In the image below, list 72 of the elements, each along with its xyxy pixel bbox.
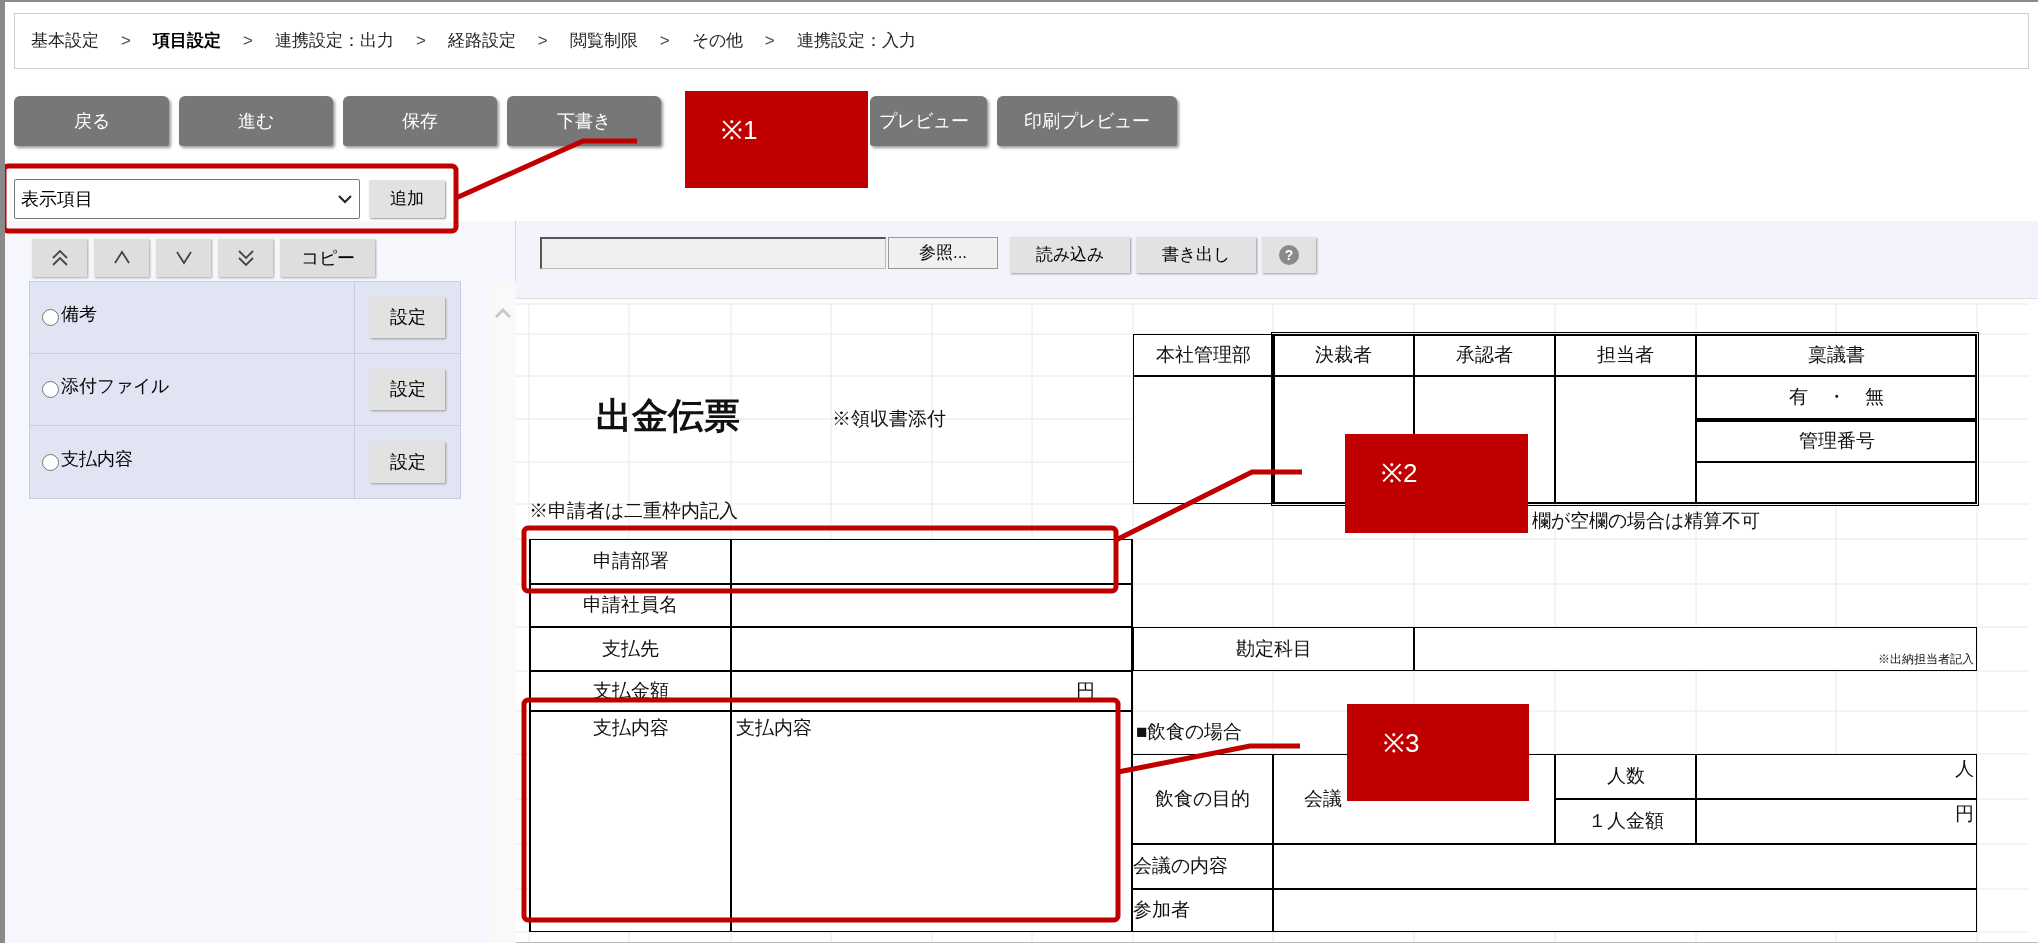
breadcrumb-separator: >	[242, 30, 253, 53]
table-header-cell: 担当者	[1555, 334, 1696, 376]
table-header-cell: 管理番号	[1696, 419, 1977, 462]
toolbar-button[interactable]: 戻る	[14, 96, 169, 146]
move-bottom-icon	[235, 248, 256, 268]
table-header-cell: 稟議書	[1696, 334, 1977, 376]
move-button[interactable]	[156, 239, 211, 277]
table-header-cell: 支払先	[529, 627, 731, 671]
scroll-bar[interactable]	[489, 281, 516, 943]
table-header-cell: 人数	[1555, 754, 1696, 799]
radio-button[interactable]	[42, 381, 59, 398]
move-button[interactable]	[218, 239, 273, 277]
table-header-cell: 飲食の目的	[1133, 754, 1273, 844]
toolbar-button[interactable]: 進む	[179, 96, 333, 146]
item-label: 備考	[61, 303, 97, 326]
callout-label: ※1	[685, 91, 868, 188]
breadcrumb-link[interactable]: その他	[691, 28, 743, 54]
browse-button[interactable]: 参照...	[888, 237, 998, 269]
table-header-cell: 本社管理部	[1133, 334, 1273, 376]
table-header-cell: 参加者	[1133, 889, 1273, 932]
form-note: 欄が空欄の場合は精算不可	[1532, 509, 1760, 533]
breadcrumb-separator: >	[121, 30, 131, 53]
form-note: ※申請者は二重枠内記入	[529, 499, 738, 523]
item-label: 添付ファイル	[61, 375, 169, 398]
dropdown-value: 表示項目	[21, 187, 93, 211]
toolbar-button[interactable]: 下書き	[507, 96, 661, 146]
table-cell: 円	[1696, 799, 1977, 844]
form-note: ※領収書添付	[832, 407, 946, 431]
file-path-field[interactable]	[540, 237, 886, 269]
table-header-cell: 会議の内容	[1133, 844, 1273, 889]
callout-label: ※2	[1345, 434, 1528, 533]
breadcrumb-separator: >	[537, 30, 548, 53]
toolbar-button[interactable]: プレビュー	[870, 96, 987, 146]
toolbar-button[interactable]: 印刷プレビュー	[997, 96, 1177, 146]
radio-button[interactable]	[42, 453, 59, 471]
settings-button[interactable]: 設定	[370, 441, 445, 483]
section-heading: ■飲食の場合	[1136, 720, 1243, 744]
radio-button[interactable]	[42, 309, 59, 326]
breadcrumb-link[interactable]: 連携設定：出力	[274, 28, 394, 54]
add-button[interactable]: 追加	[369, 180, 445, 218]
import-button[interactable]: 読み込み	[1010, 237, 1130, 273]
breadcrumb-link[interactable]: 経路設定	[447, 28, 516, 54]
table-header-cell: 承認者	[1414, 334, 1555, 376]
dropdown-caret-icon	[337, 194, 353, 204]
breadcrumb-separator: >	[764, 30, 775, 53]
item-label: 支払内容	[61, 447, 133, 471]
settings-button[interactable]: 設定	[370, 297, 445, 338]
breadcrumb-link[interactable]: 閲覧制限	[569, 28, 638, 54]
callout-label: ※3	[1347, 704, 1529, 801]
table-cell: ※出納担当者記入	[1414, 627, 1977, 671]
table-header-cell: １人金額	[1555, 799, 1696, 844]
table-header-cell: 勘定科目	[1133, 627, 1414, 671]
table-cell: 有 ・ 無	[1696, 376, 1977, 419]
table-header-cell: 申請社員名	[529, 584, 731, 627]
form-title: 出金伝票	[596, 394, 740, 438]
table-header-cell: 申請部署	[529, 539, 731, 584]
table-header-cell: 決裁者	[1273, 334, 1414, 376]
breadcrumb-link[interactable]: 項目設定	[152, 28, 221, 54]
toolbar-button[interactable]: 保存	[343, 96, 497, 146]
table-header-cell: 支払内容	[529, 711, 731, 932]
breadcrumb-link[interactable]: 基本設定	[31, 28, 99, 54]
table-cell: 支払内容	[731, 711, 1133, 932]
table-cell: 人	[1696, 754, 1977, 799]
copy-button[interactable]: コピー	[280, 239, 375, 277]
breadcrumb-link[interactable]: 連携設定：入力	[796, 28, 916, 54]
settings-button[interactable]: 設定	[370, 369, 445, 410]
item-dropdown[interactable]: 表示項目	[14, 179, 360, 219]
breadcrumb-separator: >	[415, 30, 426, 53]
move-button[interactable]	[94, 239, 149, 277]
export-button[interactable]: 書き出し	[1136, 237, 1256, 273]
move-button[interactable]	[32, 239, 87, 277]
breadcrumb-separator: >	[659, 30, 670, 53]
